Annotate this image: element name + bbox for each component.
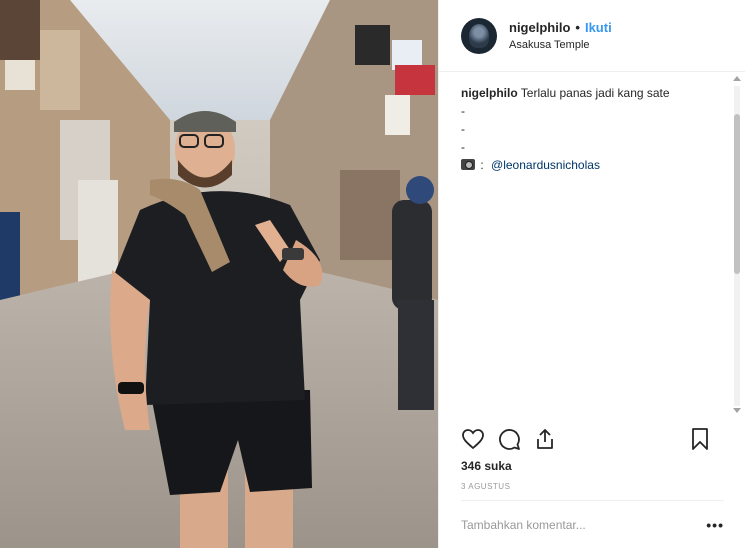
header-text: nigelphilo • Ikuti Asakusa Temple [509,20,612,51]
caption-credit-line: : @leonardusnicholas [461,156,724,174]
caption-username[interactable]: nigelphilo [461,86,518,100]
comment-button[interactable] [497,427,521,451]
caption-line-1: - [461,104,465,118]
mention-link[interactable]: @leonardusnicholas [491,158,600,172]
header-row: nigelphilo • Ikuti [509,20,612,35]
avatar[interactable] [461,17,497,54]
heart-icon [462,429,484,450]
caption-first-line: nigelphilo Terlalu panas jadi kang sate [461,84,724,102]
likes-count[interactable]: 346 suka [461,459,512,473]
instagram-post: nigelphilo • Ikuti Asakusa Temple nigelp… [0,0,745,548]
post-photo[interactable] [0,0,438,548]
avatar-image [469,23,489,48]
caption-line-2: - [461,122,465,136]
post-header: nigelphilo • Ikuti Asakusa Temple [439,0,745,72]
camera-icon [461,159,475,170]
scrollbar[interactable] [731,72,743,417]
post-date[interactable]: 3 AGUSTUS [461,482,510,491]
follow-button[interactable]: Ikuti [585,20,612,35]
more-options-button[interactable]: ••• [706,517,724,533]
comments-scroll-area[interactable]: nigelphilo Terlalu panas jadi kang sate … [439,72,745,417]
location-link[interactable]: Asakusa Temple [509,39,612,51]
comment-bar: ••• [461,500,724,548]
caption-text: Terlalu panas jadi kang sate [520,86,670,100]
save-button[interactable] [688,427,712,451]
caption: nigelphilo Terlalu panas jadi kang sate … [439,72,745,174]
username-link[interactable]: nigelphilo [509,20,570,35]
post-side-panel: nigelphilo • Ikuti Asakusa Temple nigelp… [438,0,745,548]
photo-illustration [0,0,438,548]
caption-line-3: - [461,140,465,154]
action-bar [439,418,745,460]
comment-input[interactable] [461,517,681,532]
comment-icon [499,429,520,450]
scrollbar-thumb[interactable] [734,114,740,274]
scroll-up-arrow-icon[interactable] [733,76,741,81]
share-button[interactable] [533,427,557,451]
share-icon [537,429,553,449]
bookmark-icon [692,428,708,450]
scroll-down-arrow-icon[interactable] [733,408,741,413]
like-button[interactable] [461,427,485,451]
credit-colon: : [480,158,484,172]
separator-dot: • [575,20,580,35]
